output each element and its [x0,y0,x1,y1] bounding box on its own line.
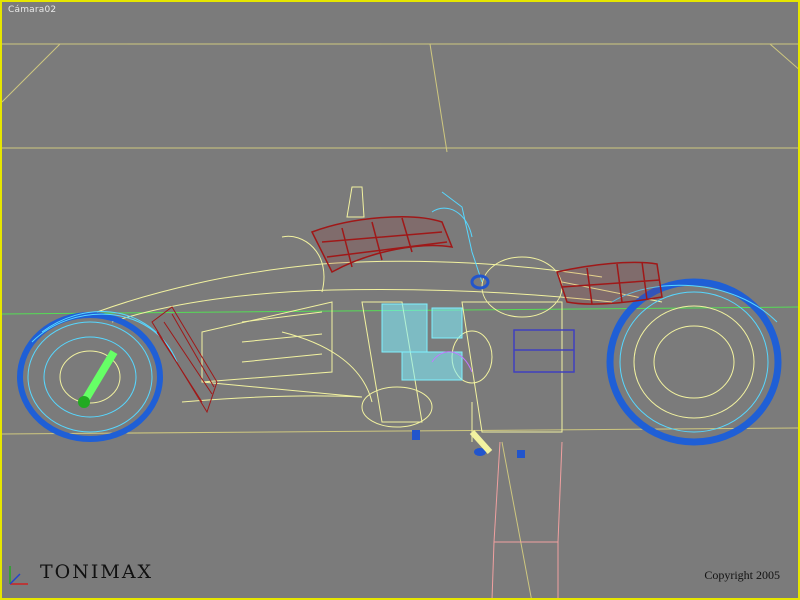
front-wheel-wire [17,311,178,442]
pegs-wire [412,429,525,458]
brand-watermark: TONIMAX [40,561,154,583]
engine-wire [381,303,473,381]
rear-wheel-wire [606,278,782,446]
wireframe-scene [2,43,798,598]
copyright-text: Copyright 2005 [704,568,780,582]
camera-viewport[interactable]: Cámara02 TONIMAX Copyright 2005 [0,0,800,600]
rear-seat-wire [556,261,663,305]
front-seat-wire [310,216,454,274]
axis-tripod-icon [9,566,28,585]
fork-wire [151,306,218,414]
box-wire [513,329,575,373]
